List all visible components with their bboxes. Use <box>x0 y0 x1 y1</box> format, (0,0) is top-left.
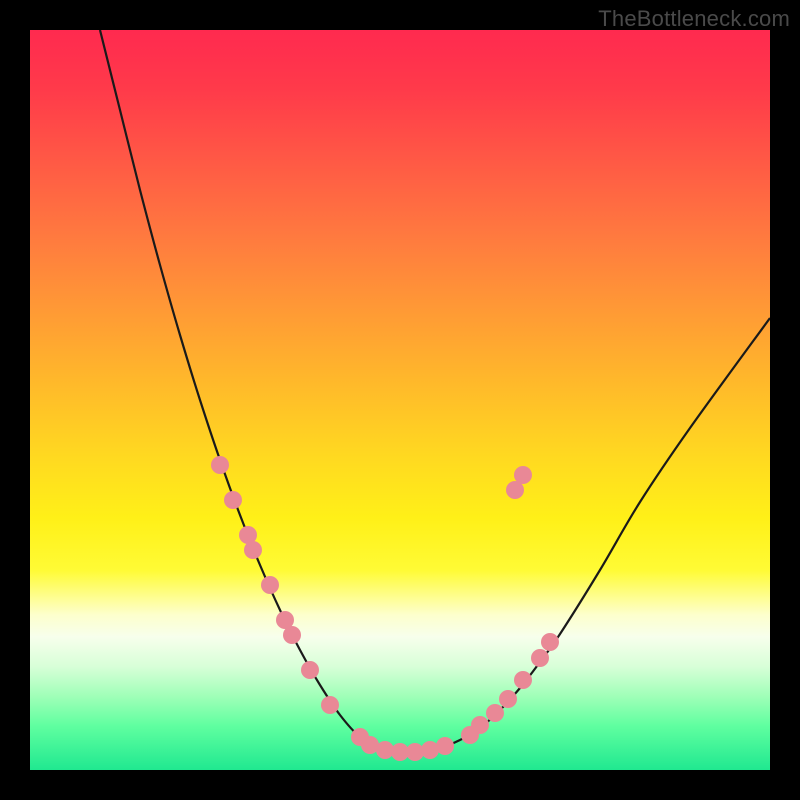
data-marker <box>244 541 262 559</box>
data-marker <box>391 743 409 761</box>
data-marker <box>283 626 301 644</box>
data-marker <box>514 671 532 689</box>
chart-frame: TheBottleneck.com <box>0 0 800 800</box>
data-marker <box>499 690 517 708</box>
curve-markers <box>211 456 559 761</box>
data-marker <box>224 491 242 509</box>
bottleneck-curve <box>100 30 770 753</box>
data-marker <box>301 661 319 679</box>
watermark-text: TheBottleneck.com <box>598 6 790 32</box>
data-marker <box>211 456 229 474</box>
data-marker <box>321 696 339 714</box>
data-marker <box>421 741 439 759</box>
data-marker <box>239 526 257 544</box>
data-marker <box>471 716 489 734</box>
data-marker <box>461 726 479 744</box>
data-marker <box>276 611 294 629</box>
data-marker <box>361 736 379 754</box>
data-marker <box>541 633 559 651</box>
data-marker <box>261 576 279 594</box>
data-marker <box>486 704 504 722</box>
data-marker <box>531 649 549 667</box>
data-marker <box>436 737 454 755</box>
data-marker <box>514 466 532 484</box>
data-marker <box>351 728 369 746</box>
data-marker <box>406 743 424 761</box>
data-marker <box>506 481 524 499</box>
overlay-svg <box>30 30 770 770</box>
plot-area <box>30 30 770 770</box>
data-marker <box>376 741 394 759</box>
